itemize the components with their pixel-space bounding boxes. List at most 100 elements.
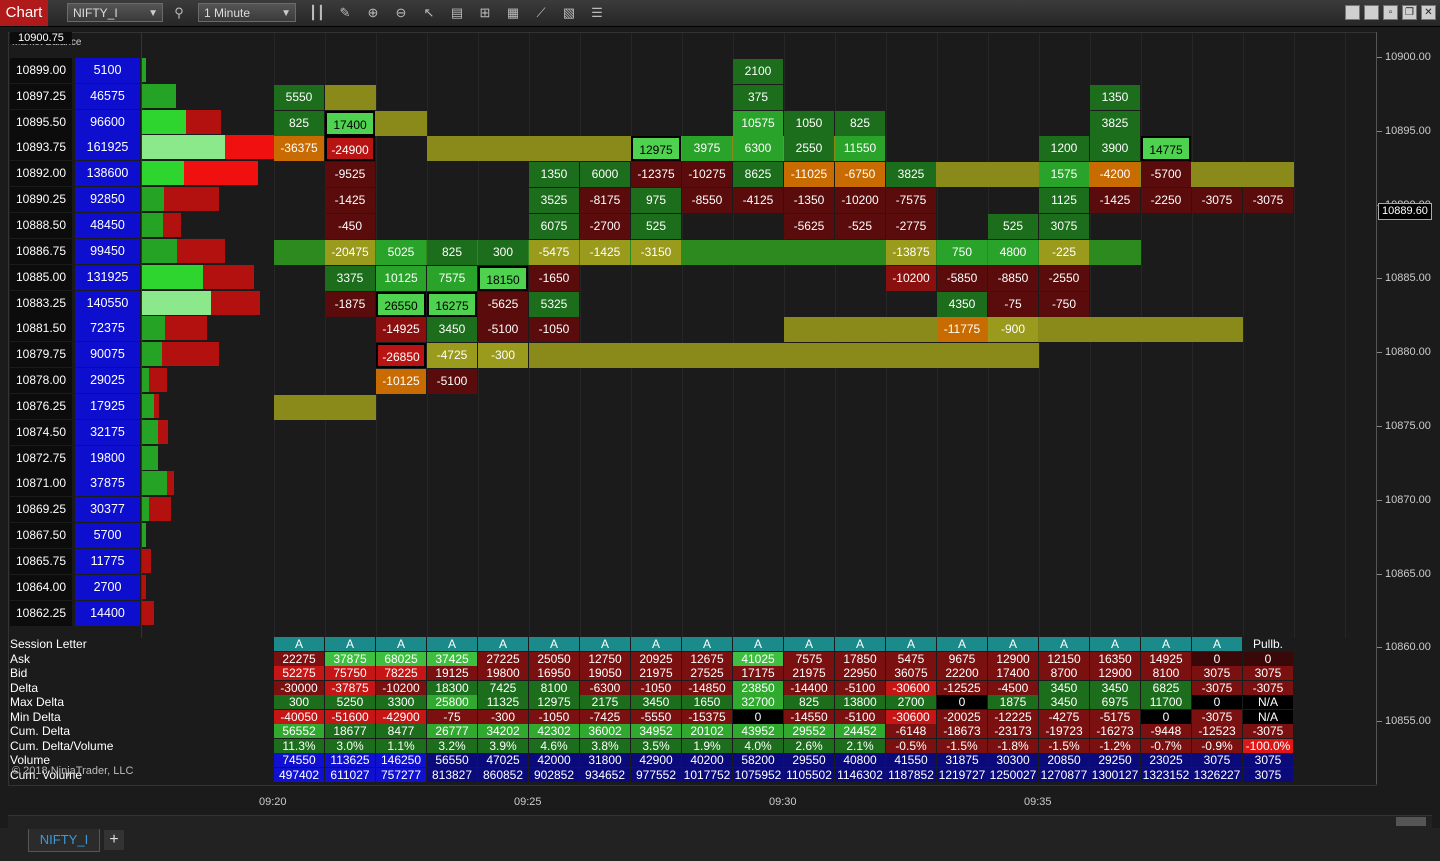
price-tick-label: 10885.00 [1377, 272, 1431, 285]
close-icon[interactable]: ✕ [1421, 5, 1436, 20]
footprint-cell: -10275 [682, 162, 732, 188]
properties-icon[interactable]: ☰ [588, 4, 606, 22]
footprint-cell: -3075 [1243, 188, 1293, 214]
bar-type-icon[interactable]: ┃┃ [308, 4, 326, 22]
chevron-down-icon: ▼ [148, 8, 158, 19]
stat-cell: 3075 [1192, 753, 1242, 767]
stat-cell: -4500 [988, 680, 1038, 695]
scrollbar-thumb[interactable] [1396, 817, 1426, 826]
stat-cell: 3450 [1039, 680, 1089, 695]
stat-cell: 0 [733, 709, 783, 724]
stat-cell: 3300 [376, 695, 426, 709]
footprint-cell: 18150 [478, 265, 528, 291]
stat-cell: -6300 [580, 680, 630, 695]
grid-vline [1345, 33, 1346, 638]
footprint-cell: -3075 [1192, 188, 1242, 214]
price-level-label: 10883.25 [10, 290, 72, 316]
stat-cell: A [376, 637, 426, 651]
stat-cell: 300 [274, 695, 324, 709]
ask-volume-bar [166, 471, 175, 496]
stat-cell: 21975 [784, 666, 834, 680]
interval-selector[interactable]: 1 Minute ▼ [198, 3, 296, 22]
ask-volume-bar [148, 368, 167, 393]
horizontal-scrollbar[interactable] [8, 815, 1432, 828]
footprint-cell: -225 [1039, 239, 1089, 265]
price-tick-label: 10895.00 [1377, 124, 1431, 137]
strategies-icon[interactable]: ▧ [560, 4, 578, 22]
stat-cell: A [988, 637, 1038, 651]
bid-volume-bar [142, 187, 165, 212]
footprint-cell: -75 [988, 291, 1038, 317]
stat-cell: 0 [937, 695, 987, 709]
footprint-cell: -36375 [274, 136, 324, 162]
instrument-selector[interactable]: NIFTY_I ▼ [67, 3, 163, 22]
stat-cell: 7425 [478, 680, 528, 695]
level-volume: 17925 [75, 393, 140, 419]
price-axis[interactable]: 10900.0010895.0010890.0010885.0010880.00… [1376, 32, 1440, 784]
price-level-label: 10893.75 [10, 135, 72, 161]
indicators-icon[interactable]: ⟋ [532, 4, 550, 22]
stat-cell: 934652 [580, 767, 630, 782]
grid-vline [580, 33, 581, 638]
level-volume: 46575 [75, 83, 140, 109]
stat-cell: 1105502 [784, 767, 834, 782]
price-level-label: 10879.75 [10, 342, 72, 368]
stat-cell: 21975 [631, 666, 681, 680]
stat-cell: 3.9% [478, 738, 528, 753]
footprint-cell: 11550 [835, 136, 885, 162]
stat-cell: -1050 [529, 709, 579, 724]
footprint-cell: 525 [631, 213, 681, 239]
stat-cell: -42900 [376, 709, 426, 724]
minimize-icon[interactable] [1345, 5, 1360, 20]
zoom-in-icon[interactable]: ⊕ [364, 4, 382, 22]
stat-cell: 14925 [1141, 651, 1191, 666]
tab-nifty[interactable]: NIFTY_I [28, 829, 100, 852]
stat-cell: 34952 [631, 724, 681, 738]
stat-cell: -100.0% [1243, 738, 1293, 753]
bid-volume-bar [142, 471, 167, 496]
zoom-out-icon[interactable]: ⊖ [392, 4, 410, 22]
restore-icon[interactable] [1364, 5, 1379, 20]
stat-cell: 27225 [478, 651, 528, 666]
float-icon[interactable]: ❐ [1402, 5, 1417, 20]
stat-cell: A [274, 637, 324, 651]
footprint-cell: -1050 [529, 317, 579, 343]
add-tab-button[interactable]: + [104, 830, 124, 850]
bid-volume-bar [142, 342, 162, 367]
stat-cell: -30600 [886, 709, 936, 724]
stat-cell: 8700 [1039, 666, 1089, 680]
stat-cell: 25050 [529, 651, 579, 666]
drawing-tool-icon[interactable]: ✎ [336, 4, 354, 22]
stat-cell: A [733, 637, 783, 651]
stat-cell: -1.5% [937, 738, 987, 753]
chart-style-icon[interactable]: ▦ [504, 4, 522, 22]
stat-cell: 18300 [427, 680, 477, 695]
stat-cell: 32700 [733, 695, 783, 709]
value-area-band [274, 394, 376, 420]
search-icon[interactable]: ⚲ [170, 4, 188, 22]
footprint-cell: -12375 [631, 162, 681, 188]
price-level-label: 10878.00 [10, 368, 72, 394]
pointer-icon[interactable]: ↖ [420, 4, 438, 22]
level-volume: 37875 [75, 471, 140, 497]
maximize-icon[interactable]: ▫ [1383, 5, 1398, 20]
stat-cell: -23173 [988, 724, 1038, 738]
footprint-cell: 4350 [937, 291, 987, 317]
stat-cell: 20102 [682, 724, 732, 738]
ask-volume-bar [203, 264, 254, 289]
data-box-icon[interactable]: ▤ [448, 4, 466, 22]
bid-volume-bar [142, 109, 187, 134]
stat-cell: 757277 [376, 767, 426, 782]
footprint-cell: 5025 [376, 239, 426, 265]
crosshair-icon[interactable]: ⊞ [476, 4, 494, 22]
chart-window-tab[interactable]: Chart [0, 0, 48, 26]
footprint-cell: 6000 [580, 162, 630, 188]
stat-cell: 2175 [580, 695, 630, 709]
price-level-label: 10886.75 [10, 238, 72, 264]
stat-cell: A [529, 637, 579, 651]
footprint-cell: 4800 [988, 239, 1038, 265]
footprint-cell: -10200 [886, 265, 936, 291]
stat-cell: 34202 [478, 724, 528, 738]
stat-cell: 3450 [631, 695, 681, 709]
stat-cell: 611027 [325, 767, 375, 782]
